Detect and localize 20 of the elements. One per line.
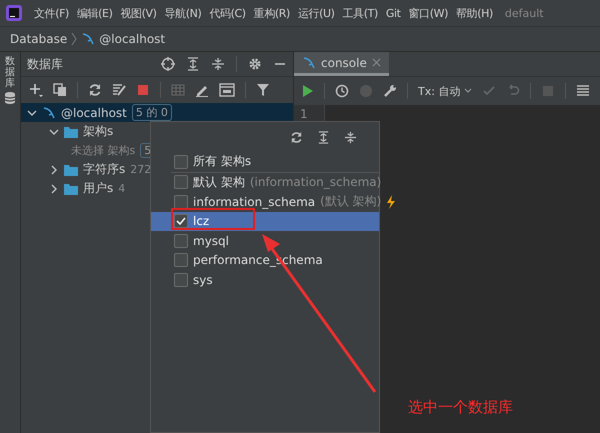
panel-title: 数据库 xyxy=(27,56,63,72)
tree-label: 用户s xyxy=(83,180,114,197)
schema-name: 默认 架构 xyxy=(193,174,245,191)
tree-label: @localhost xyxy=(61,106,127,120)
line-number: 1 xyxy=(300,107,309,121)
tab-label: console xyxy=(321,56,367,70)
tree-label: 未选择 架构s xyxy=(71,143,136,158)
annotation-text: 选中一个数据库 xyxy=(408,398,513,417)
schema-name: information_schema xyxy=(193,194,316,209)
tree-label: 架构s xyxy=(83,123,114,140)
schema-name: mysql xyxy=(193,234,229,248)
schema-hint: (默认 架构) xyxy=(320,193,382,210)
schema-name: sys xyxy=(193,272,213,287)
schema-name: lcz xyxy=(193,214,210,228)
tree-label: 字符序s xyxy=(83,161,126,178)
schema-name: 所有 架构s xyxy=(193,153,252,170)
item-count: 4 xyxy=(118,182,126,195)
project-name: default xyxy=(504,6,544,20)
schema-hint: (information_schema) xyxy=(250,175,382,190)
item-count: 272 xyxy=(130,163,152,176)
